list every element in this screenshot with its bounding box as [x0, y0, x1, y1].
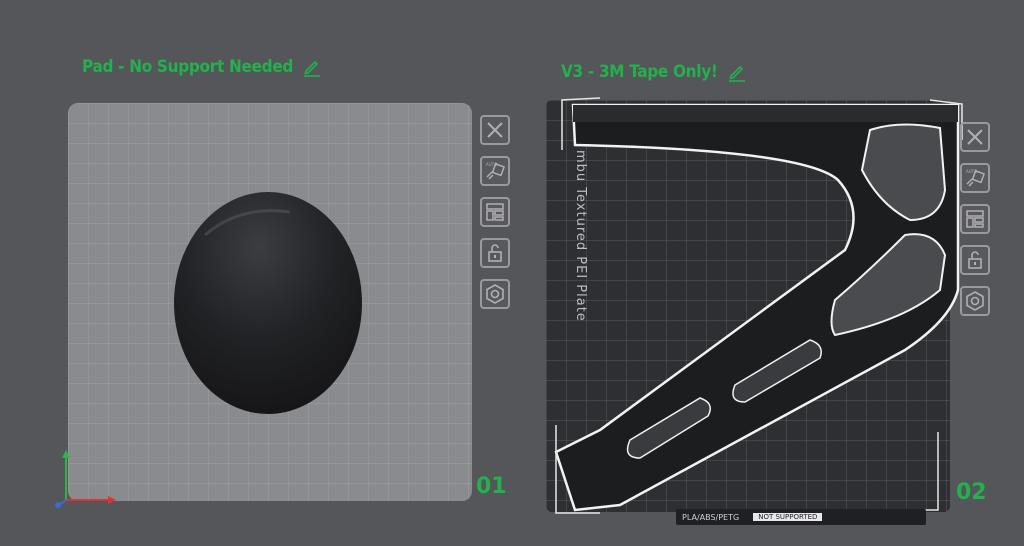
settings-icon — [966, 291, 984, 311]
filament-type-label: PLA/ABS/PETG — [682, 512, 740, 522]
delete-plate-button[interactable] — [960, 122, 990, 152]
close-icon — [967, 129, 983, 145]
bracket-model[interactable] — [554, 103, 960, 512]
plate-2-toolbar: AUTO — [960, 122, 996, 327]
lock-plate-button[interactable] — [960, 245, 990, 275]
arrange-button[interactable] — [960, 204, 990, 234]
arrange-icon — [966, 210, 984, 228]
svg-text:AUTO: AUTO — [966, 169, 977, 174]
plate-2-footer: PLA/ABS/PETG NOT SUPPORTED — [676, 509, 926, 525]
plate-2-model-layer — [554, 97, 963, 514]
lock-icon — [968, 251, 982, 269]
plate-2-number: 02 — [956, 480, 987, 505]
auto-orient-button[interactable]: AUTO — [960, 163, 990, 193]
plate-settings-button[interactable] — [960, 286, 990, 316]
auto-orient-icon: AUTO — [966, 169, 986, 187]
support-type-label: NOT SUPPORTED — [753, 513, 823, 521]
